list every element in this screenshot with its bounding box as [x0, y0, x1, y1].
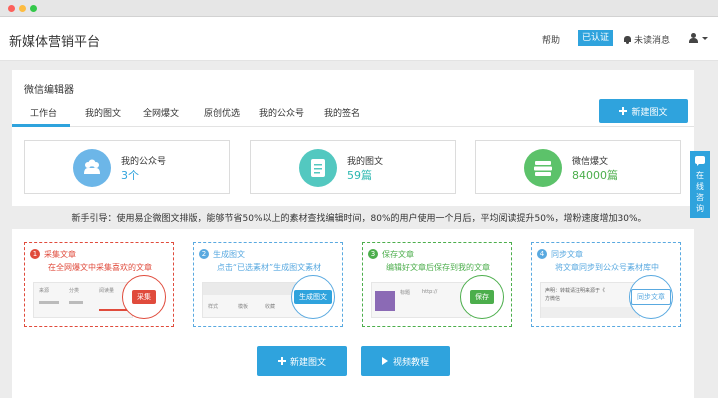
tab-my-signature[interactable]: 我的签名: [324, 106, 360, 119]
sync-highlight-circle: 同步文章: [629, 275, 673, 319]
play-icon: [381, 357, 388, 365]
stat-value: 84000篇: [572, 169, 618, 182]
step-preview: 声明：转载请注明来源于《 方微信: [540, 282, 640, 318]
stat-card-accounts[interactable]: 我的公众号 3个: [24, 140, 230, 194]
tab-original-picks[interactable]: 原创优选: [204, 106, 240, 119]
tab-viral-articles[interactable]: 全网爆文: [143, 106, 179, 119]
video-tutorial-button[interactable]: 视频教程: [361, 346, 450, 376]
stat-card-viral[interactable]: 微信爆文 84000篇: [475, 140, 681, 194]
stat-label: 微信爆文: [572, 157, 609, 167]
new-article-bottom-label: 新建图文: [289, 357, 326, 368]
online-consult-button[interactable]: 在线咨询: [690, 151, 710, 218]
panel-title: 微信编辑器: [24, 85, 74, 96]
user-menu[interactable]: [689, 31, 709, 45]
tab-my-accounts[interactable]: 我的公众号: [259, 106, 304, 119]
step-number: 1: [30, 249, 40, 259]
stat-value: 3个: [121, 169, 139, 182]
step-card-collect[interactable]: 1 采集文章 在全网爆文中采集喜欢的文章 来源 分类 阅读量 采集: [24, 242, 174, 327]
brand-title[interactable]: 新媒体营销平台: [9, 31, 100, 50]
step-preview: 标题 http://: [371, 282, 471, 318]
close-window-dot[interactable]: [8, 5, 15, 12]
stat-card-articles[interactable]: 我的图文 59篇: [250, 140, 456, 194]
step-card-save[interactable]: 3 保存文章 编辑好文章后保存到我的文章 标题 http:// 保存: [362, 242, 512, 327]
step-title: 保存文章: [382, 250, 414, 259]
tab-workbench[interactable]: 工作台: [30, 106, 57, 119]
step-title: 生成图文: [213, 250, 245, 259]
new-article-label: 新建图文: [631, 107, 668, 118]
caret-down-icon: [702, 37, 708, 40]
plus-icon: [619, 107, 628, 115]
chat-icon: [695, 156, 705, 166]
step-title: 采集文章: [44, 250, 76, 259]
step-title: 同步文章: [551, 250, 583, 259]
save-chip: 保存: [470, 290, 494, 304]
step-card-sync[interactable]: 4 同步文章 将文章同步到公众号素材库中 声明：转载请注明来源于《 方微信 同步…: [531, 242, 681, 327]
new-article-button[interactable]: 新建图文: [599, 99, 688, 123]
steps-panel: 1 采集文章 在全网爆文中采集喜欢的文章 来源 分类 阅读量 采集 2 生成图文…: [12, 229, 694, 398]
tab-my-articles[interactable]: 我的图文: [85, 106, 121, 119]
step-description: 将文章同步到公众号素材库中: [555, 263, 659, 272]
video-tutorial-label: 视频教程: [392, 357, 429, 368]
tab-divider: [12, 126, 694, 127]
active-tab-indicator: [12, 124, 70, 127]
step-preview: 来源 分类 阅读量: [33, 282, 133, 318]
step-number: 4: [537, 249, 547, 259]
unread-messages-label: 未读消息: [634, 36, 671, 46]
plus-icon: [277, 357, 286, 365]
help-link[interactable]: 帮助: [542, 33, 560, 46]
beginner-guide-text: 新手引导：使用易企微图文排版，能够节省50%以上的素材查找编辑时间，80%的用户…: [71, 214, 647, 224]
sync-chip: 同步文章: [631, 289, 671, 305]
bell-icon: [624, 35, 631, 44]
stat-value: 59篇: [347, 169, 372, 182]
collect-chip: 采集: [132, 290, 156, 304]
step-card-generate[interactable]: 2 生成图文 点击“已选素材”生成图文素材 样式 模板 收藏 生成图文: [193, 242, 343, 327]
maximize-window-dot[interactable]: [30, 5, 37, 12]
document-icon: [299, 149, 337, 187]
save-highlight-circle: 保存: [460, 275, 504, 319]
minimize-window-dot[interactable]: [19, 5, 26, 12]
users-icon: [73, 149, 111, 187]
step-description: 编辑好文章后保存到我的文章: [386, 263, 490, 272]
window-titlebar: [0, 0, 718, 17]
collect-highlight-circle: 采集: [122, 275, 166, 319]
step-description: 点击“已选素材”生成图文素材: [216, 263, 322, 272]
online-consult-label: 在线咨询: [696, 171, 704, 213]
new-article-bottom-button[interactable]: 新建图文: [257, 346, 347, 376]
editor-panel: 微信编辑器 工作台 我的图文 全网爆文 原创优选 我的公众号 我的签名 新建图文…: [12, 70, 694, 206]
step-number: 2: [199, 249, 209, 259]
step-description: 在全网爆文中采集喜欢的文章: [48, 263, 152, 272]
unread-messages-link[interactable]: 未读消息: [624, 33, 670, 46]
stat-label: 我的图文: [347, 157, 384, 167]
top-navbar: 新媒体营销平台 帮助 已认证 未读消息: [0, 17, 718, 61]
certified-badge[interactable]: 已认证: [578, 30, 614, 46]
generate-chip: 生成图文: [294, 290, 332, 304]
generate-highlight-circle: 生成图文: [291, 275, 335, 319]
step-number: 3: [368, 249, 378, 259]
stack-icon: [524, 149, 562, 187]
stat-label: 我的公众号: [121, 157, 167, 167]
